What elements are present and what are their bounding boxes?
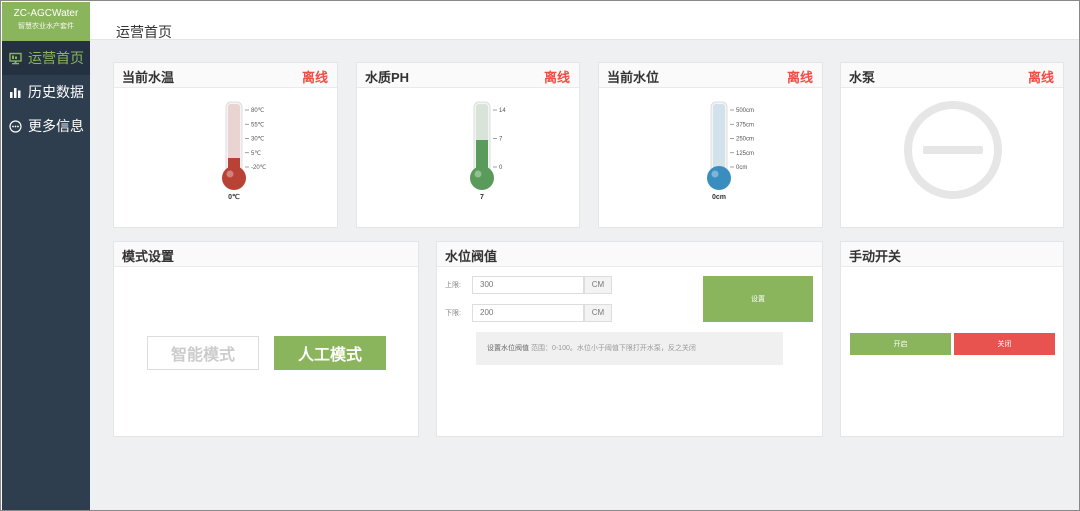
card-header: 模式设置 bbox=[114, 242, 418, 267]
sidebar-item-label: 历史数据 bbox=[28, 84, 84, 100]
scale-label: 500cm bbox=[736, 108, 754, 114]
card-title: 当前水温 bbox=[122, 70, 175, 85]
main-content: 当前水温 离线 80℃ 55℃ 30℃ 5℃ -20℃ 0℃ 水质PH 离线 14 7 0 7 … bbox=[90, 40, 1079, 510]
lower-limit-input[interactable]: 200 bbox=[472, 304, 584, 322]
water-level-card: 当前水位 离线 500cm 375cm 250cm 125cm 0cm 0cm bbox=[598, 62, 823, 228]
gauge-value: 7 bbox=[480, 194, 484, 201]
card-header: 当前水位 离线 bbox=[599, 63, 822, 88]
monitor-icon bbox=[9, 52, 22, 65]
threshold-tip: 设置水位阀值 范围：0-100。水位小于阈值下限打开水泵，反之关闭 bbox=[476, 332, 783, 365]
scale-label: 80℃ bbox=[251, 108, 265, 114]
scale-label: 55℃ bbox=[251, 122, 265, 128]
scale-label: 250cm bbox=[736, 137, 754, 143]
card-title: 水位阀值 bbox=[445, 249, 498, 264]
switch-on-button[interactable]: 开启 bbox=[850, 333, 951, 355]
mode-settings-card: 模式设置 智能模式 人工模式 bbox=[113, 241, 419, 437]
smart-mode-button[interactable]: 智能模式 bbox=[147, 336, 259, 370]
card-header: 当前水温 离线 bbox=[114, 63, 337, 88]
pump-off-icon bbox=[904, 101, 1002, 199]
sidebar-item-label: 运营首页 bbox=[28, 50, 84, 66]
sidebar-item-label: 更多信息 bbox=[28, 118, 84, 134]
gauge-bulb bbox=[707, 166, 731, 190]
card-header: 水泵 离线 bbox=[841, 63, 1063, 88]
brand: ZC-AGCWater 智慧农业水产套件 bbox=[2, 2, 90, 41]
manual-switch-card: 手动开关 开启 关闭 bbox=[840, 241, 1064, 437]
bar-chart-icon bbox=[9, 86, 22, 99]
ph-gauge: 14 7 0 7 bbox=[470, 101, 506, 201]
gauge-value: 0℃ bbox=[228, 193, 240, 201]
water-temperature-card: 当前水温 离线 80℃ 55℃ 30℃ 5℃ -20℃ 0℃ bbox=[113, 62, 338, 228]
lower-limit-label: 下限: bbox=[445, 310, 461, 317]
status-badge: 离线 bbox=[786, 70, 813, 85]
scale-label: 14 bbox=[499, 108, 506, 114]
card-title: 手动开关 bbox=[849, 249, 902, 264]
sidebar: ZC-AGCWater 智慧农业水产套件 运营首页 历史数据 更多信息 bbox=[2, 2, 90, 510]
sidebar-item-history[interactable]: 历史数据 bbox=[2, 75, 90, 109]
brand-title: ZC-AGCWater bbox=[13, 8, 79, 19]
upper-limit-label: 上限: bbox=[445, 282, 461, 289]
gauge-value: 0cm bbox=[712, 194, 726, 201]
scale-label: 30℃ bbox=[251, 137, 265, 143]
sidebar-item-more[interactable]: 更多信息 bbox=[2, 109, 90, 143]
scale-label: 5℃ bbox=[251, 151, 261, 157]
upper-limit-input[interactable]: 300 bbox=[472, 276, 584, 294]
card-header: 水质PH 离线 bbox=[357, 63, 579, 88]
tip-title: 设置水位阀值 bbox=[487, 345, 529, 352]
card-title: 当前水位 bbox=[607, 70, 660, 85]
sidebar-item-home[interactable]: 运营首页 bbox=[2, 41, 90, 75]
gauge-bulb-highlight bbox=[226, 170, 234, 178]
brand-subtitle: 智慧农业水产套件 bbox=[18, 23, 74, 30]
card-title: 水泵 bbox=[849, 70, 876, 85]
card-header: 手动开关 bbox=[841, 242, 1063, 267]
switch-off-button[interactable]: 关闭 bbox=[954, 333, 1055, 355]
scale-label: 375cm bbox=[736, 122, 754, 128]
top-bar: 运营首页 bbox=[90, 2, 1079, 46]
water-ph-card: 水质PH 离线 14 7 0 7 bbox=[356, 62, 580, 228]
temperature-gauge: 80℃ 55℃ 30℃ 5℃ -20℃ 0℃ bbox=[222, 101, 267, 201]
water-level-gauge: 500cm 375cm 250cm 125cm 0cm 0cm bbox=[707, 101, 754, 201]
gauge-bulb bbox=[222, 166, 246, 190]
gauge-tube-tint bbox=[713, 104, 725, 172]
gauge-bulb-highlight bbox=[711, 170, 719, 178]
app-window: ZC-AGCWater 智慧农业水产套件 运营首页 历史数据 更多信息 运营首页 bbox=[0, 0, 1080, 511]
scale-label: -20℃ bbox=[251, 165, 267, 171]
scale-label: 0cm bbox=[736, 165, 747, 171]
status-badge: 离线 bbox=[1027, 70, 1054, 85]
pump-card: 水泵 离线 bbox=[840, 62, 1064, 228]
gauge-bulb-highlight bbox=[474, 170, 482, 178]
more-dots-icon bbox=[9, 119, 22, 133]
set-threshold-button[interactable]: 设置 bbox=[703, 276, 813, 322]
water-threshold-card: 水位阀值 上限: 300 CM 下限: 200 CM 设置 设置水位阀值 范围：… bbox=[436, 241, 823, 437]
manual-mode-button[interactable]: 人工模式 bbox=[274, 336, 386, 370]
scale-label: 7 bbox=[499, 137, 503, 143]
status-badge: 离线 bbox=[301, 70, 328, 85]
tip-text: 范围：0-100。水位小于阈值下限打开水泵，反之关闭 bbox=[530, 345, 696, 352]
scale-label: 125cm bbox=[736, 151, 754, 157]
lower-limit-unit: CM bbox=[584, 304, 612, 322]
upper-limit-unit: CM bbox=[584, 276, 612, 294]
status-badge: 离线 bbox=[543, 70, 570, 85]
card-title: 水质PH bbox=[365, 70, 410, 85]
scale-label: 0 bbox=[499, 165, 503, 171]
card-title: 模式设置 bbox=[122, 249, 175, 264]
card-header: 水位阀值 bbox=[437, 242, 822, 267]
gauge-bulb bbox=[470, 166, 494, 190]
